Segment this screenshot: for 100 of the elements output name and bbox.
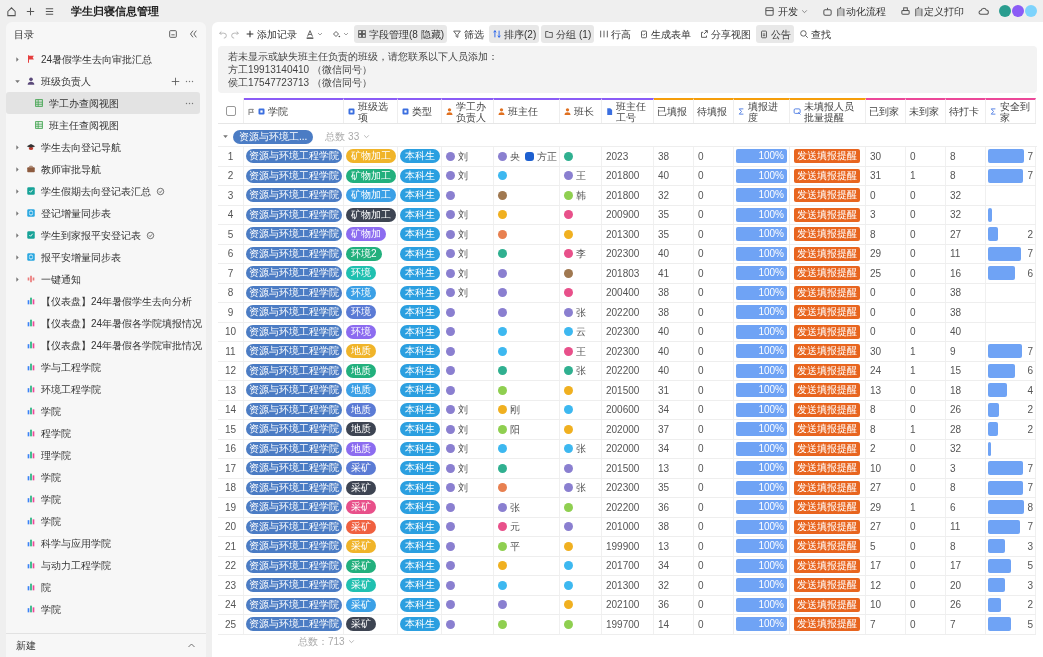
toolbar-button[interactable]: 分组 (1) <box>541 25 595 43</box>
sidebar-item[interactable]: 学生到家报平安登记表 <box>6 224 200 246</box>
formula-icon <box>989 107 998 116</box>
table-cell-text: 0 <box>910 325 916 340</box>
college-tag: 资源与环境工程学院 <box>246 383 342 398</box>
person-name: 刚 <box>510 403 520 418</box>
type-tag: 本科生 <box>400 480 440 495</box>
sidebar-item[interactable]: 学院 <box>6 488 200 510</box>
caret-icon[interactable] <box>14 209 21 217</box>
toolbar-button[interactable]: 自定义打印 <box>900 3 964 19</box>
progress-text: 100% <box>758 149 784 164</box>
sidebar-item[interactable]: 【仪表盘】24年暑假学生去向分析 <box>6 290 200 312</box>
table-cell-text: 30 <box>870 344 882 359</box>
sidebar-item[interactable]: 学院 <box>6 510 200 532</box>
column-header[interactable]: 未填报人员批量提醒 <box>790 98 866 123</box>
toolbar-button[interactable]: 字段管理(8 隐藏) <box>354 25 447 43</box>
column-header[interactable]: 类型 <box>398 98 442 123</box>
sidebar-item[interactable]: 【仪表盘】24年暑假各学院审批情况 <box>6 334 200 356</box>
type-tag: 本科生 <box>400 188 440 203</box>
toolbar-button[interactable]: 公告 <box>756 25 795 43</box>
save-icon[interactable] <box>168 29 178 39</box>
sidebar-item[interactable]: 班级负责人 <box>6 70 200 92</box>
sidebar-item[interactable]: 院 <box>6 576 200 598</box>
column-header[interactable]: 填报进度 <box>734 98 790 123</box>
home-icon[interactable] <box>6 5 17 17</box>
column-header[interactable]: 待填报 <box>694 98 734 123</box>
caret-icon[interactable] <box>14 143 21 151</box>
column-header[interactable]: 学工办负责人 <box>442 98 494 123</box>
toolbar-button[interactable]: 添加记录 <box>242 25 300 43</box>
sidebar-item[interactable]: 学生去向登记导航 <box>6 136 200 158</box>
clipboard-icon <box>639 29 650 39</box>
column-header[interactable]: 未到家 <box>906 98 946 123</box>
select-all-checkbox[interactable] <box>225 105 236 116</box>
table-cell-text: 13 <box>658 539 670 554</box>
toolbar-button[interactable]: 生成表单 <box>636 25 695 43</box>
sidebar-item[interactable]: 班主任查阅视图 <box>6 114 200 136</box>
sidebar-item[interactable]: 一键通知 <box>6 268 200 290</box>
sidebar-item[interactable]: 学院 <box>6 598 200 620</box>
column-header[interactable]: 待打卡 <box>946 98 986 123</box>
row-number: 16 <box>224 442 237 457</box>
table-cell-text: 29 <box>870 247 882 262</box>
toolbar-button[interactable]: 行高 <box>596 25 635 43</box>
chevron-down-icon[interactable] <box>363 133 371 140</box>
chevron-down-icon[interactable] <box>347 638 355 645</box>
sidebar-item[interactable]: 与动力工程学院 <box>6 554 200 576</box>
menu-icon[interactable] <box>44 5 55 17</box>
person-name: 刘 <box>458 247 468 262</box>
group-tag[interactable]: 资源与环境工... <box>233 129 314 144</box>
sidebar-item[interactable]: 学工办查阅视图 <box>6 92 200 114</box>
class-tag: 采矿 <box>346 539 376 554</box>
caret-icon[interactable] <box>14 77 21 85</box>
toolbar-button[interactable]: 查找 <box>796 25 835 43</box>
dev-menu-button[interactable]: 开发 <box>764 3 808 19</box>
user-avatar[interactable] <box>999 5 1011 17</box>
column-header[interactable]: 学院 <box>244 98 344 123</box>
table-cell-text: 35 <box>658 227 670 242</box>
sidebar-item[interactable]: 理学院 <box>6 444 200 466</box>
type-tag: 本科生 <box>400 597 440 612</box>
plus-icon[interactable] <box>25 5 36 17</box>
sidebar-item[interactable]: 学院 <box>6 400 200 422</box>
chevron-up-icon[interactable] <box>187 641 196 650</box>
column-header[interactable]: 已填报 <box>654 98 694 123</box>
sidebar-item[interactable]: 程学院 <box>6 422 200 444</box>
caret-icon[interactable] <box>14 55 21 63</box>
column-header[interactable]: 班级选项 <box>344 98 398 123</box>
caret-icon[interactable] <box>14 187 21 195</box>
collapse-icon[interactable] <box>188 29 198 39</box>
sidebar-item[interactable]: 学与工程学院 <box>6 356 200 378</box>
column-header[interactable]: 班长 <box>560 98 602 123</box>
sidebar-item[interactable]: 环境工程学院 <box>6 378 200 400</box>
table-cell-text: 18 <box>950 383 962 398</box>
caret-icon[interactable] <box>222 133 229 140</box>
redo-icon[interactable] <box>230 29 240 39</box>
caret-icon[interactable] <box>14 231 21 239</box>
sidebar-item[interactable]: 报平安增量同步表 <box>6 246 200 268</box>
sidebar-item[interactable]: 教师审批导航 <box>6 158 200 180</box>
column-header[interactable]: 安全到家 <box>986 98 1036 123</box>
new-button[interactable]: 新建 <box>16 638 36 653</box>
sidebar-item[interactable]: 【仪表盘】24年暑假各学院填报情况 <box>6 312 200 334</box>
sidebar-item[interactable]: 24暑假学生去向审批汇总 <box>6 48 200 70</box>
plus-icon[interactable] <box>171 76 180 86</box>
sidebar-item[interactable]: 登记增量同步表 <box>6 202 200 224</box>
safety-rate-text: 8 <box>1027 500 1033 515</box>
toolbar-button[interactable]: 筛选 <box>449 25 487 43</box>
table-cell-text: 36 <box>658 500 670 515</box>
user-avatar[interactable] <box>1012 5 1024 17</box>
column-header[interactable]: 已到家 <box>866 98 906 123</box>
column-header[interactable]: 班主任 <box>494 98 560 123</box>
toolbar-button[interactable]: 排序(2) <box>489 25 540 43</box>
undo-icon[interactable] <box>218 29 228 39</box>
sidebar-item[interactable]: 科学与应用学院 <box>6 532 200 554</box>
bar-chart-icon <box>26 450 36 460</box>
caret-icon[interactable] <box>14 165 21 173</box>
toolbar-button[interactable]: 分享视图 <box>696 25 755 43</box>
column-header[interactable]: 班主任工号 <box>602 98 654 123</box>
caret-icon[interactable] <box>14 253 21 261</box>
toolbar-button[interactable]: 自动化流程 <box>822 3 886 19</box>
caret-icon[interactable] <box>14 275 21 283</box>
sidebar-item[interactable]: 学生假期去向登记表汇总 <box>6 180 200 202</box>
sidebar-item[interactable]: 学院 <box>6 466 200 488</box>
